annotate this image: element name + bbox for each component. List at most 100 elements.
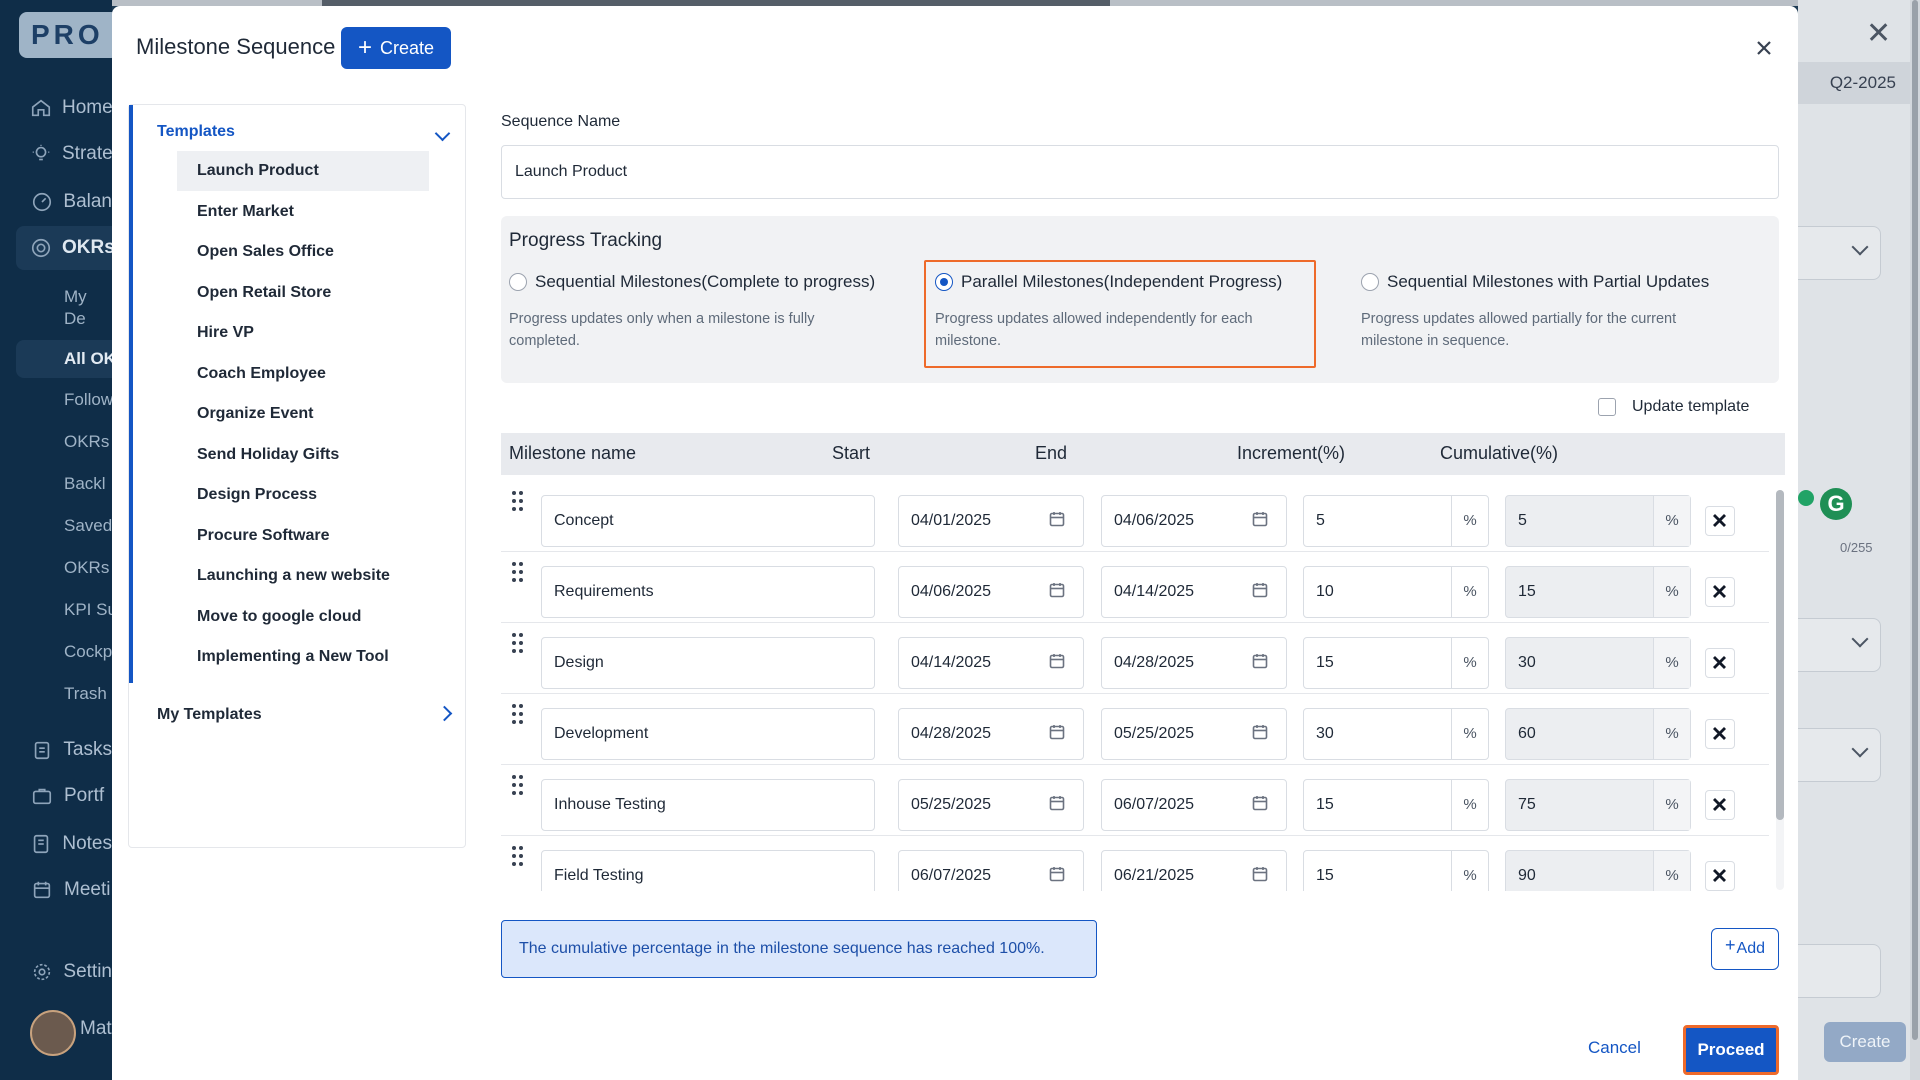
delete-row-button[interactable] xyxy=(1705,719,1735,749)
delete-row-button[interactable] xyxy=(1705,506,1735,536)
radio-button[interactable] xyxy=(509,273,527,291)
start-date-input[interactable]: 04/28/2025 xyxy=(898,708,1084,760)
background-textbox[interactable] xyxy=(1798,944,1881,998)
template-item[interactable]: Open Retail Store xyxy=(177,273,429,313)
progress-option-label[interactable]: Parallel Milestones(Independent Progress… xyxy=(961,272,1282,292)
calendar-icon[interactable] xyxy=(1252,795,1268,811)
progress-option-label[interactable]: Sequential Milestones(Complete to progre… xyxy=(535,272,875,292)
end-date-input[interactable]: 04/28/2025 xyxy=(1101,637,1287,689)
start-date-input[interactable]: 04/01/2025 xyxy=(898,495,1084,547)
increment-input[interactable]: 15% xyxy=(1303,779,1489,831)
add-icon[interactable] xyxy=(1798,490,1814,506)
drag-handle-icon[interactable] xyxy=(512,491,524,513)
background-close-icon[interactable]: ✕ xyxy=(1866,16,1891,51)
start-date-input[interactable]: 06/07/2025 xyxy=(898,850,1084,891)
calendar-icon[interactable] xyxy=(1252,511,1268,527)
table-scrollbar[interactable] xyxy=(1776,490,1784,890)
template-item[interactable]: Implementing a New Tool xyxy=(177,637,429,677)
calendar-icon[interactable] xyxy=(1252,724,1268,740)
proceed-button[interactable]: Proceed xyxy=(1683,1025,1779,1075)
template-item[interactable]: Design Process xyxy=(177,475,429,515)
increment-input[interactable]: 5% xyxy=(1303,495,1489,547)
end-date-input[interactable]: 04/06/2025 xyxy=(1101,495,1287,547)
chevron-down-icon[interactable] xyxy=(434,125,451,142)
drag-handle-icon[interactable] xyxy=(512,704,524,726)
calendar-icon[interactable] xyxy=(1049,582,1065,598)
end-date-input[interactable]: 04/14/2025 xyxy=(1101,566,1287,618)
increment-input[interactable]: 30% xyxy=(1303,708,1489,760)
delete-row-button[interactable] xyxy=(1705,648,1735,678)
drag-handle-icon[interactable] xyxy=(512,562,524,584)
sidebar-item-strate[interactable]: Strate xyxy=(0,132,113,176)
page-scrollbar[interactable] xyxy=(1910,0,1920,1080)
create-button[interactable]: + Create xyxy=(341,27,451,69)
my-templates-heading[interactable]: My Templates xyxy=(157,706,262,724)
template-item[interactable]: Enter Market xyxy=(177,192,429,232)
sidebar-item-balan[interactable]: Balan xyxy=(0,180,112,224)
calendar-icon[interactable] xyxy=(1049,653,1065,669)
update-template-toggle[interactable]: Update template xyxy=(1598,398,1749,416)
background-select[interactable] xyxy=(1798,226,1881,280)
sidebar-subitem[interactable]: Cockp xyxy=(64,641,112,663)
sidebar-item-okrs[interactable]: OKRs xyxy=(16,226,115,270)
sidebar-item-meeti[interactable]: Meeti xyxy=(0,868,112,912)
sidebar-subitem[interactable]: Trash xyxy=(64,683,112,705)
template-item[interactable]: Open Sales Office xyxy=(177,232,429,272)
sidebar-subitem[interactable]: OKRs xyxy=(64,431,112,453)
template-item[interactable]: Launching a new website xyxy=(177,556,429,596)
end-date-input[interactable]: 05/25/2025 xyxy=(1101,708,1287,760)
milestone-name-input[interactable]: Concept xyxy=(541,495,875,547)
milestone-name-input[interactable]: Development xyxy=(541,708,875,760)
sequence-name-input[interactable] xyxy=(501,145,1779,199)
calendar-icon[interactable] xyxy=(1049,866,1065,882)
end-date-input[interactable]: 06/21/2025 xyxy=(1101,850,1287,891)
avatar[interactable] xyxy=(30,1010,76,1056)
template-item[interactable]: Move to google cloud xyxy=(177,597,429,637)
add-milestone-button[interactable]: + Add xyxy=(1711,928,1779,970)
cancel-button[interactable]: Cancel xyxy=(1588,1038,1641,1058)
background-select[interactable] xyxy=(1798,728,1881,782)
template-item[interactable]: Procure Software xyxy=(177,516,429,556)
grammarly-icon[interactable]: G xyxy=(1820,488,1852,520)
delete-row-button[interactable] xyxy=(1705,790,1735,820)
drag-handle-icon[interactable] xyxy=(512,633,524,655)
sidebar-subitem[interactable]: All OK xyxy=(16,340,112,378)
start-date-input[interactable]: 04/06/2025 xyxy=(898,566,1084,618)
sidebar-item-portf[interactable]: Portf xyxy=(0,774,112,818)
delete-row-button[interactable] xyxy=(1705,577,1735,607)
sidebar-item-home[interactable]: Home xyxy=(0,86,113,130)
sidebar-subitem[interactable]: Backl xyxy=(64,473,112,495)
template-item[interactable]: Organize Event xyxy=(177,394,429,434)
template-item[interactable]: Launch Product xyxy=(177,151,429,191)
end-date-input[interactable]: 06/07/2025 xyxy=(1101,779,1287,831)
start-date-input[interactable]: 04/14/2025 xyxy=(898,637,1084,689)
delete-row-button[interactable] xyxy=(1705,861,1735,891)
sidebar-subitem[interactable]: Follow xyxy=(64,389,112,411)
calendar-icon[interactable] xyxy=(1049,511,1065,527)
drag-handle-icon[interactable] xyxy=(512,846,524,868)
calendar-icon[interactable] xyxy=(1252,653,1268,669)
calendar-icon[interactable] xyxy=(1049,795,1065,811)
start-date-input[interactable]: 05/25/2025 xyxy=(898,779,1084,831)
calendar-icon[interactable] xyxy=(1049,724,1065,740)
calendar-icon[interactable] xyxy=(1252,582,1268,598)
milestone-name-input[interactable]: Field Testing xyxy=(541,850,875,891)
increment-input[interactable]: 10% xyxy=(1303,566,1489,618)
quarter-badge[interactable]: Q2-2025 xyxy=(1798,62,1914,104)
radio-button[interactable] xyxy=(935,273,953,291)
radio-button[interactable] xyxy=(1361,273,1379,291)
milestone-name-input[interactable]: Requirements xyxy=(541,566,875,618)
calendar-icon[interactable] xyxy=(1252,866,1268,882)
sidebar-subitem[interactable]: OKRs xyxy=(64,557,112,579)
increment-input[interactable]: 15% xyxy=(1303,637,1489,689)
template-item[interactable]: Coach Employee xyxy=(177,354,429,394)
templates-heading[interactable]: Templates xyxy=(157,123,235,141)
drag-handle-icon[interactable] xyxy=(512,775,524,797)
sidebar-item-tasks[interactable]: Tasks xyxy=(0,728,112,772)
progress-option-label[interactable]: Sequential Milestones with Partial Updat… xyxy=(1387,272,1709,292)
background-select[interactable] xyxy=(1798,618,1881,672)
background-create-button[interactable]: Create xyxy=(1824,1022,1906,1062)
table-scrollbar-thumb[interactable] xyxy=(1776,490,1784,820)
sidebar-item-notes[interactable]: Notes xyxy=(0,822,112,866)
close-icon[interactable] xyxy=(1752,36,1776,60)
